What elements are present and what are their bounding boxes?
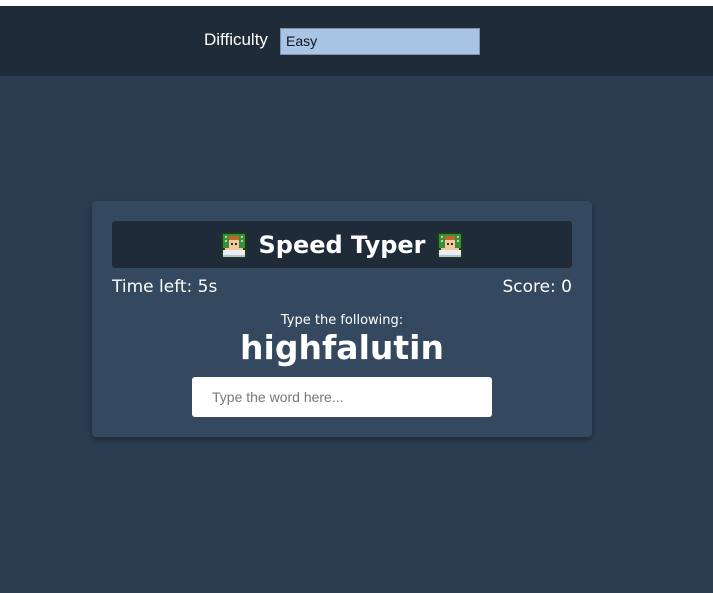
word-input[interactable] (192, 377, 492, 417)
game-card: Speed Typer Time left: 5s Score: 0 Type … (92, 201, 592, 437)
target-word: highfalutin (240, 328, 444, 367)
score: Score: 0 (502, 277, 572, 297)
settings-bar: Difficulty Easy (0, 6, 713, 76)
difficulty-select[interactable]: Easy (280, 28, 480, 55)
time-left: Time left: 5s (112, 277, 218, 297)
app-page: Difficulty Easy Speed Typer Time left: 5… (0, 6, 713, 593)
technologist-icon (436, 231, 463, 258)
game-title: Speed Typer (258, 230, 426, 259)
title-bar: Speed Typer (112, 221, 572, 268)
technologist-icon (221, 231, 248, 258)
difficulty-label: Difficulty (204, 30, 268, 49)
